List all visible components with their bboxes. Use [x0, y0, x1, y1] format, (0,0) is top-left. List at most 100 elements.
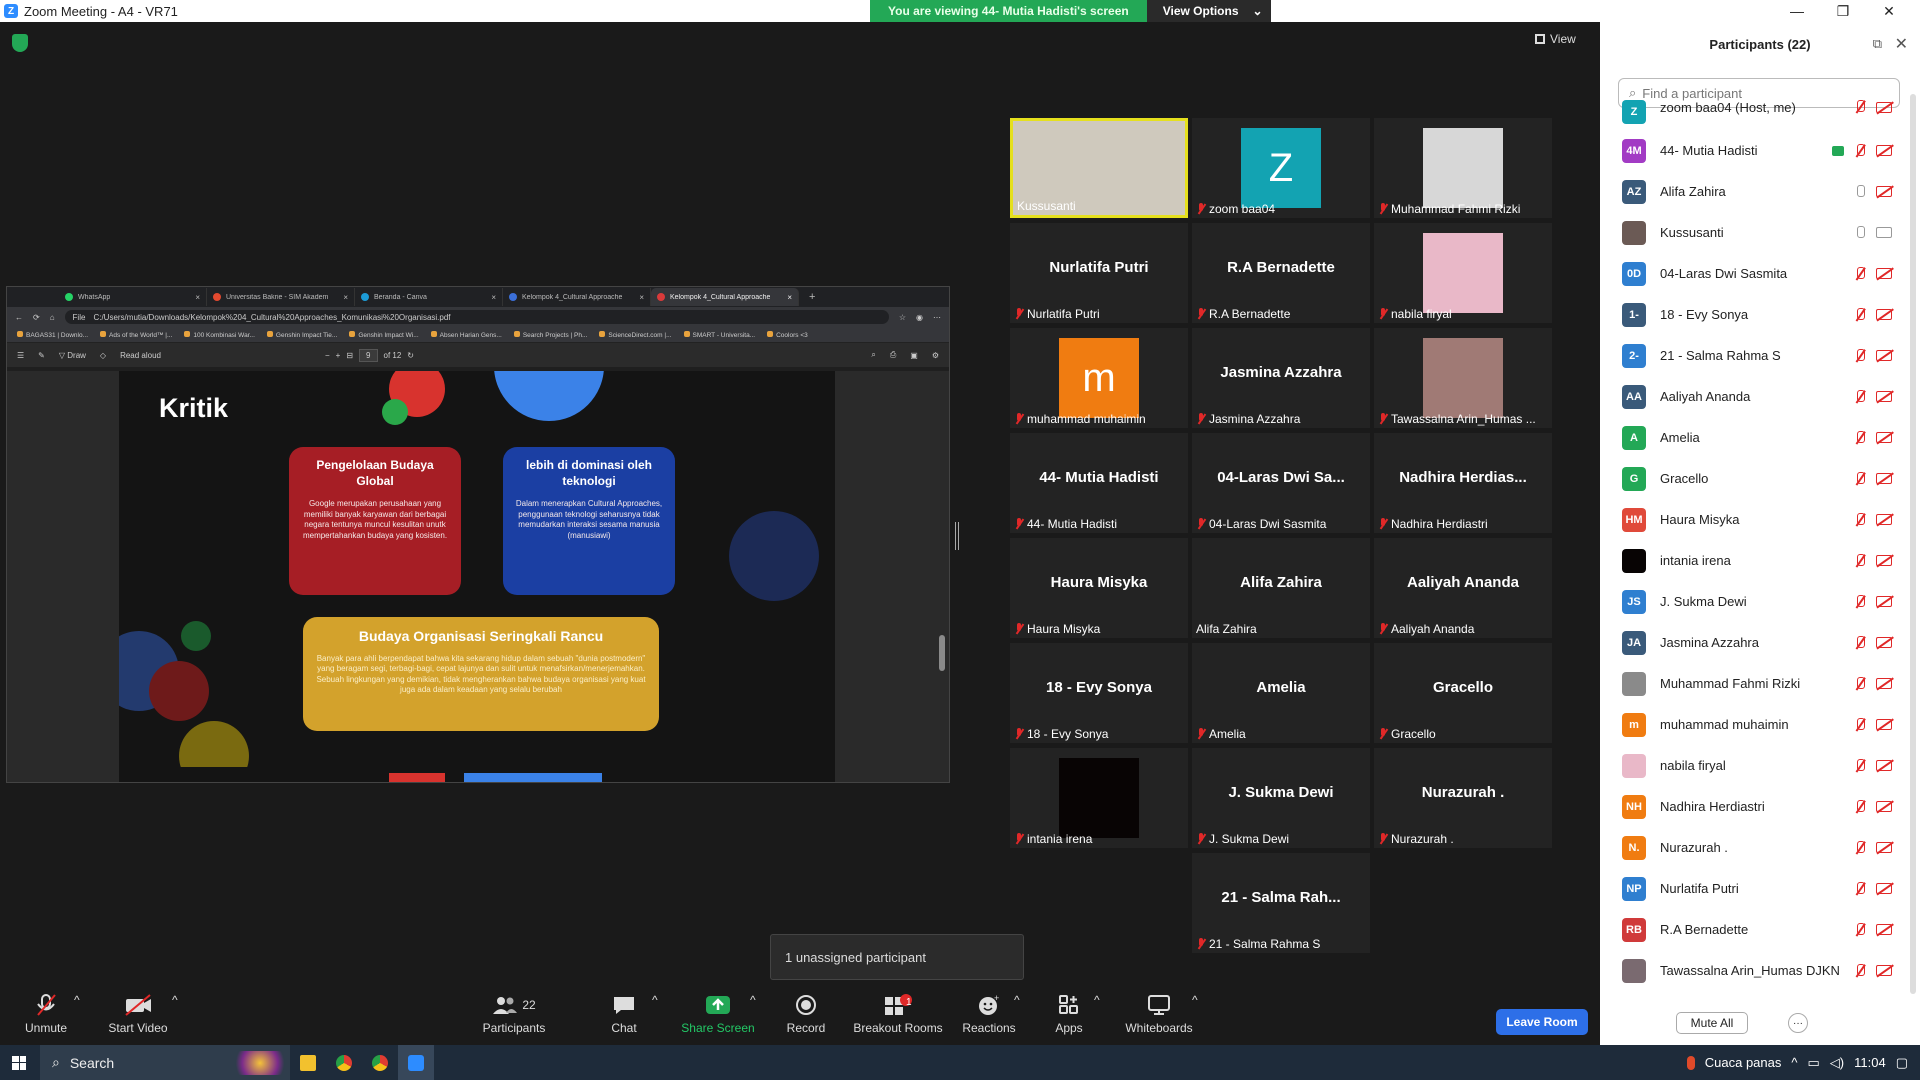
participant-row[interactable]: JA Jasmina Azzahra	[1600, 622, 1920, 663]
chat-button[interactable]: Chat	[604, 993, 644, 1035]
camera-off-icon[interactable]	[1876, 924, 1892, 935]
highlight-icon[interactable]: ✎	[38, 351, 45, 360]
muted-mic-icon[interactable]	[1854, 100, 1866, 114]
zoom-taskbar-icon[interactable]	[398, 1045, 434, 1080]
video-tile[interactable]: J. Sukma Dewi J. Sukma Dewi	[1192, 748, 1370, 848]
video-tile[interactable]: Amelia Amelia	[1192, 643, 1370, 743]
video-tile[interactable]: R.A Bernadette R.A Bernadette	[1192, 223, 1370, 323]
view-button[interactable]: View	[1535, 32, 1576, 46]
erase-icon[interactable]: ◇	[100, 351, 106, 360]
camera-off-icon[interactable]	[1876, 883, 1892, 894]
video-tile[interactable]: Nurlatifa Putri Nurlatifa Putri	[1010, 223, 1188, 323]
star-icon[interactable]: ☆	[899, 313, 906, 322]
reload-icon[interactable]: ⟳	[33, 313, 40, 322]
clock[interactable]: 11:04	[1854, 1055, 1886, 1070]
video-tile[interactable]: Nurazurah . Nurazurah .	[1374, 748, 1552, 848]
browser-tab[interactable]: Universitas Bakrie - SIM Akadem ×	[207, 288, 355, 306]
camera-off-icon[interactable]	[1876, 637, 1892, 648]
participant-row[interactable]: RB R.A Bernadette	[1600, 909, 1920, 950]
taskbar-search-box[interactable]: ⌕ Search	[40, 1045, 290, 1080]
chrome-icon[interactable]	[326, 1045, 362, 1080]
record-button[interactable]: Record	[784, 993, 828, 1035]
tab-close-icon[interactable]: ×	[639, 293, 644, 302]
participant-row[interactable]: G Gracello	[1600, 458, 1920, 499]
tab-close-icon[interactable]: ×	[343, 293, 348, 302]
video-tile[interactable]: intania irena	[1010, 748, 1188, 848]
settings-icon[interactable]: ⚙	[932, 351, 939, 360]
browser-tab[interactable]: Beranda - Canva ×	[355, 288, 503, 306]
save-icon[interactable]: ▣	[910, 351, 918, 360]
muted-mic-icon[interactable]	[1854, 799, 1866, 814]
video-tile[interactable]: nabila firyal	[1374, 223, 1552, 323]
video-options-caret[interactable]: ^	[172, 993, 178, 1007]
camera-off-icon[interactable]	[1876, 350, 1892, 361]
camera-off-icon[interactable]	[1876, 514, 1892, 525]
camera-off-icon[interactable]	[1876, 391, 1892, 402]
camera-off-icon[interactable]	[1876, 473, 1892, 484]
video-tile[interactable]: Zzoom baa04	[1192, 118, 1370, 218]
video-tile[interactable]: Kussusanti	[1010, 118, 1188, 218]
camera-off-icon[interactable]	[1876, 145, 1892, 156]
video-tile[interactable]: Muhammad Fahmi Rizki	[1374, 118, 1552, 218]
whiteboards-button[interactable]: Whiteboards	[1124, 993, 1194, 1035]
browser-tab[interactable]: Kelompok 4_Cultural Approache ×	[651, 288, 799, 306]
participant-row[interactable]: NH Nadhira Herdiastri	[1600, 786, 1920, 827]
browser-tab[interactable]: Kelompok 4_Cultural Approache ×	[503, 288, 651, 306]
unassigned-participant-toast[interactable]: 1 unassigned participant	[770, 934, 1024, 980]
participant-row[interactable]: 2- 21 - Salma Rahma S	[1600, 335, 1920, 376]
chrome-icon[interactable]	[362, 1045, 398, 1080]
camera-off-icon[interactable]	[1876, 596, 1892, 607]
scroll-thumb[interactable]	[939, 635, 945, 671]
video-tile[interactable]: m muhammad muhaimin	[1010, 328, 1188, 428]
bookmark-item[interactable]: Absen Harian Gens...	[431, 331, 502, 339]
pdf-viewer[interactable]: Kritik Pengelolaan Budaya Global Google …	[7, 371, 949, 782]
leave-room-button[interactable]: Leave Room	[1496, 1009, 1588, 1035]
volume-icon[interactable]: ◁)	[1830, 1055, 1844, 1071]
muted-mic-icon[interactable]	[1854, 266, 1866, 281]
tab-close-icon[interactable]: ×	[787, 293, 792, 302]
more-icon[interactable]: ⋯	[933, 313, 941, 322]
participant-row[interactable]: AA Aaliyah Ananda	[1600, 376, 1920, 417]
rotate-icon[interactable]: ↻	[407, 351, 414, 360]
close-button[interactable]: ✕	[1866, 0, 1912, 22]
fit-page-icon[interactable]: ⊟	[346, 351, 353, 360]
zoom-out-icon[interactable]: −	[325, 351, 330, 360]
participant-row[interactable]: nabila firyal	[1600, 745, 1920, 786]
muted-mic-icon[interactable]	[1854, 963, 1866, 978]
tab-close-icon[interactable]: ×	[195, 293, 200, 302]
video-tile[interactable]: Gracello Gracello	[1374, 643, 1552, 743]
split-resize-handle[interactable]	[955, 522, 959, 550]
camera-off-icon[interactable]	[1876, 186, 1892, 197]
participant-row[interactable]: HM Haura Misyka	[1600, 499, 1920, 540]
mic-icon[interactable]	[1854, 184, 1866, 199]
bookmark-item[interactable]: Genshin Impact Tie...	[267, 331, 337, 339]
muted-mic-icon[interactable]	[1854, 143, 1866, 158]
participant-row[interactable]: Zzoom baa04 (Host, me)	[1600, 100, 1920, 130]
apps-button[interactable]: Apps	[1050, 993, 1088, 1035]
muted-mic-icon[interactable]	[1854, 676, 1866, 691]
video-tile[interactable]: 21 - Salma Rah... 21 - Salma Rahma S	[1192, 853, 1370, 953]
mute-all-button[interactable]: Mute All	[1676, 1012, 1748, 1034]
view-options-button[interactable]: View Options ⌄	[1146, 0, 1271, 22]
browser-tab[interactable]: WhatsApp ×	[59, 288, 207, 306]
bookmark-item[interactable]: 100 Kombinasi War...	[184, 331, 255, 339]
muted-mic-icon[interactable]	[1854, 389, 1866, 404]
video-tile[interactable]: 44- Mutia Hadisti 44- Mutia Hadisti	[1010, 433, 1188, 533]
participants-scrollbar[interactable]	[1910, 94, 1916, 994]
file-explorer-icon[interactable]	[290, 1045, 326, 1080]
start-video-button[interactable]: Start Video	[106, 993, 170, 1035]
page-number-input[interactable]: 9	[359, 348, 378, 362]
bookmark-item[interactable]: Genshin Impact Wi...	[349, 331, 418, 339]
camera-off-icon[interactable]	[1876, 842, 1892, 853]
muted-mic-icon[interactable]	[1854, 635, 1866, 650]
participants-button[interactable]: 22 Participants	[482, 993, 546, 1035]
contents-icon[interactable]: ☰	[17, 351, 24, 360]
participant-row[interactable]: N. Nurazurah .	[1600, 827, 1920, 868]
video-tile[interactable]: Aaliyah Ananda Aaliyah Ananda	[1374, 538, 1552, 638]
muted-mic-icon[interactable]	[1854, 758, 1866, 773]
participant-row[interactable]: 1- 18 - Evy Sonya	[1600, 294, 1920, 335]
camera-off-icon[interactable]	[1876, 678, 1892, 689]
muted-mic-icon[interactable]	[1854, 553, 1866, 568]
muted-mic-icon[interactable]	[1854, 922, 1866, 937]
participant-row[interactable]: m muhammad muhaimin	[1600, 704, 1920, 745]
